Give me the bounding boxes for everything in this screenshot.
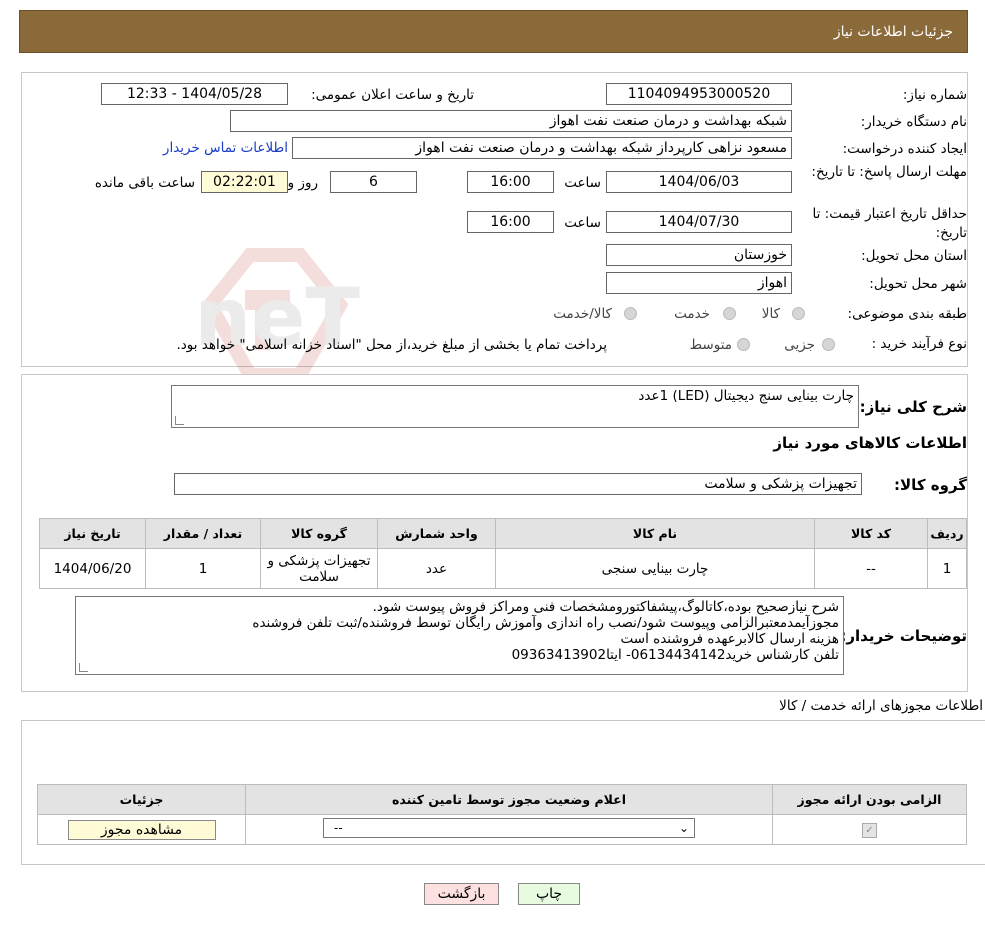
process-medium-label: متوسط (689, 337, 732, 353)
remaining-time-label: ساعت باقی مانده (94, 175, 195, 191)
category-service-radio[interactable] (723, 307, 736, 320)
cell-date: 1404/06/20 (39, 548, 146, 589)
deadline-label: مهلت ارسال پاسخ: تا تاریخ: (811, 164, 967, 180)
chevron-down-icon: ⌄ (678, 820, 689, 835)
need-description-text: چارت بینایی سنج دیجیتال (LED) 1عدد (638, 388, 854, 404)
category-label: طبقه بندی موضوعی: (847, 306, 967, 322)
goods-table-header: ردیف کد کالا نام کالا واحد شمارش گروه کا… (39, 518, 967, 549)
category-goods-service-radio[interactable] (624, 307, 637, 320)
validity-time-label: ساعت (564, 215, 601, 231)
process-medium-radio[interactable] (737, 338, 750, 351)
validity-label: حداقل تاریخ اعتبار قیمت: تا تاریخ: (812, 206, 967, 241)
permit-status-select[interactable]: ⌄ -- (323, 817, 695, 838)
province-field: خوزستان (606, 244, 792, 266)
need-number-field: 1104094953000520 (606, 83, 792, 105)
days-label: روز و (287, 175, 318, 191)
need-description-textarea[interactable]: چارت بینایی سنج دیجیتال (LED) 1عدد (171, 385, 859, 428)
cell-status: ⌄ -- (245, 814, 773, 845)
back-button[interactable]: بازگشت (424, 883, 499, 905)
table-row: 1 -- چارت بینایی سنجی عدد تجهیزات پزشکی … (39, 548, 967, 589)
cell-details: مشاهده مجوز (37, 814, 246, 845)
province-label: استان محل تحویل: (861, 248, 967, 264)
category-service-label: خدمت (674, 306, 710, 322)
col-status: اعلام وضعیت مجوز توسط تامین کننده (245, 784, 773, 815)
city-label: شهر محل تحویل: (869, 276, 967, 292)
cell-required: ✓ (772, 814, 967, 845)
category-goods-service-label: کالا/خدمت (553, 306, 612, 322)
col-details: جزئیات (37, 784, 246, 815)
cell-row: 1 (927, 548, 967, 589)
category-goods-label: کالا (761, 306, 780, 322)
cell-code: -- (814, 548, 928, 589)
buyer-notes-line: شرح نیازصحیح بوده،کاتالوگ،پیشفاکتورومشخص… (372, 599, 839, 615)
process-type-label: نوع فرآیند خرید : (871, 336, 967, 352)
permits-table-header: الزامی بودن ارائه مجوز اعلام وضعیت مجوز … (37, 784, 967, 815)
permits-title: اطلاعات مجوزهای ارائه خدمت / کالا (779, 698, 983, 714)
buyer-contact-link[interactable]: اطلاعات تماس خریدار (163, 140, 288, 156)
col-date: تاریخ نیاز (39, 518, 146, 549)
table-row: ✓ ⌄ -- مشاهده مجوز (37, 814, 967, 845)
requester-label: ایجاد کننده درخواست: (842, 141, 967, 157)
col-qty: تعداد / مقدار (145, 518, 261, 549)
goods-group-label: گروه کالا: (894, 476, 967, 494)
deadline-time-label: ساعت (564, 175, 601, 191)
announce-datetime-field: 1404/05/28 - 12:33 (101, 83, 288, 105)
requester-field: مسعود نزاهی کارپرداز شبکه بهداشت و درمان… (292, 137, 792, 159)
permits-table: الزامی بودن ارائه مجوز اعلام وضعیت مجوز … (37, 784, 967, 845)
buyer-notes-line: تلفن کارشناس خرید06134434142- ایتا093634… (511, 647, 839, 663)
page-title: جزئیات اطلاعات نیاز (833, 24, 953, 40)
city-field: اهواز (606, 272, 792, 294)
col-unit: واحد شمارش (377, 518, 496, 549)
validity-date-field: 1404/07/30 (606, 211, 792, 233)
buyer-notes-textarea[interactable]: شرح نیازصحیح بوده،کاتالوگ،پیشفاکتورومشخص… (75, 596, 844, 675)
buyer-org-field: شبکه بهداشت و درمان صنعت نفت اهواز (230, 110, 792, 132)
goods-group-field: تجهیزات پزشکی و سلامت (174, 473, 862, 495)
remaining-time-field: 02:22:01 (201, 171, 288, 193)
process-minor-radio[interactable] (822, 338, 835, 351)
col-row: ردیف (927, 518, 967, 549)
process-minor-label: جزیی (784, 337, 815, 353)
buyer-notes-line: مجوزآیمدمعتبرالزامی وپیوست شود/نصب راه ا… (252, 615, 839, 631)
cell-unit: عدد (377, 548, 496, 589)
need-number-label: شماره نیاز: (902, 87, 967, 103)
col-group: گروه کالا (260, 518, 378, 549)
required-checkbox[interactable]: ✓ (862, 823, 877, 838)
deadline-time-field: 16:00 (467, 171, 554, 193)
category-goods-radio[interactable] (792, 307, 805, 320)
buyer-org-label: نام دستگاه خریدار: (860, 114, 967, 130)
validity-time-field: 16:00 (467, 211, 554, 233)
deadline-date-field: 1404/06/03 (606, 171, 792, 193)
days-field: 6 (330, 171, 417, 193)
resize-grip-icon[interactable] (79, 663, 88, 672)
view-permit-button[interactable]: مشاهده مجوز (67, 819, 216, 840)
col-required: الزامی بودن ارائه مجوز (772, 784, 967, 815)
col-code: کد کالا (814, 518, 928, 549)
print-button[interactable]: چاپ (518, 883, 580, 905)
cell-name: چارت بینایی سنجی (495, 548, 815, 589)
resize-grip-icon[interactable] (175, 416, 184, 425)
treasury-note: پرداخت تمام یا بخشی از مبلغ خرید،از محل … (176, 337, 607, 353)
buyer-notes-label: توضیحات خریدار: (840, 627, 967, 645)
page-header: جزئیات اطلاعات نیاز (19, 10, 968, 53)
buyer-notes-line: هزینه ارسال کالابرعهده فروشنده است (620, 631, 839, 647)
goods-info-title: اطلاعات کالاهای مورد نیاز (773, 434, 967, 452)
col-name: نام کالا (495, 518, 815, 549)
cell-group: تجهیزات پزشکی و سلامت (260, 548, 378, 589)
goods-table: ردیف کد کالا نام کالا واحد شمارش گروه کا… (39, 518, 967, 589)
cell-qty: 1 (145, 548, 261, 589)
need-description-label: شرح کلی نیاز: (859, 398, 967, 416)
permit-status-value: -- (334, 820, 343, 835)
announce-datetime-label: تاریخ و ساعت اعلان عمومی: (311, 87, 474, 103)
